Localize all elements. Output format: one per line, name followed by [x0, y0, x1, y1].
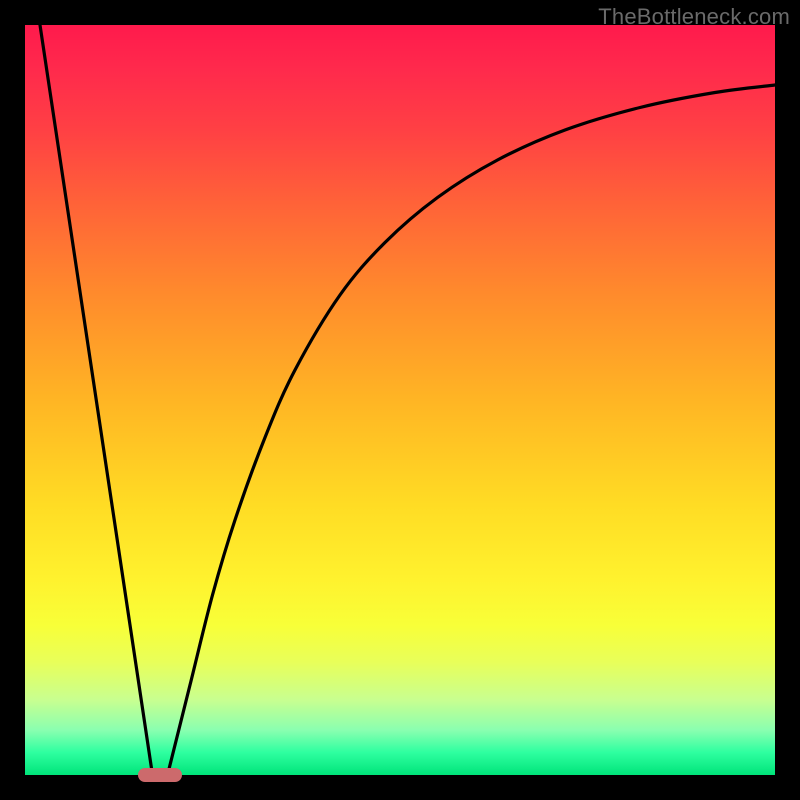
- bottleneck-marker: [138, 768, 182, 782]
- left-branch-curve: [40, 25, 153, 775]
- right-branch-curve: [168, 85, 776, 775]
- watermark-text: TheBottleneck.com: [598, 4, 790, 30]
- chart-container: TheBottleneck.com: [0, 0, 800, 800]
- plot-area: [25, 25, 775, 775]
- curve-layer: [25, 25, 775, 775]
